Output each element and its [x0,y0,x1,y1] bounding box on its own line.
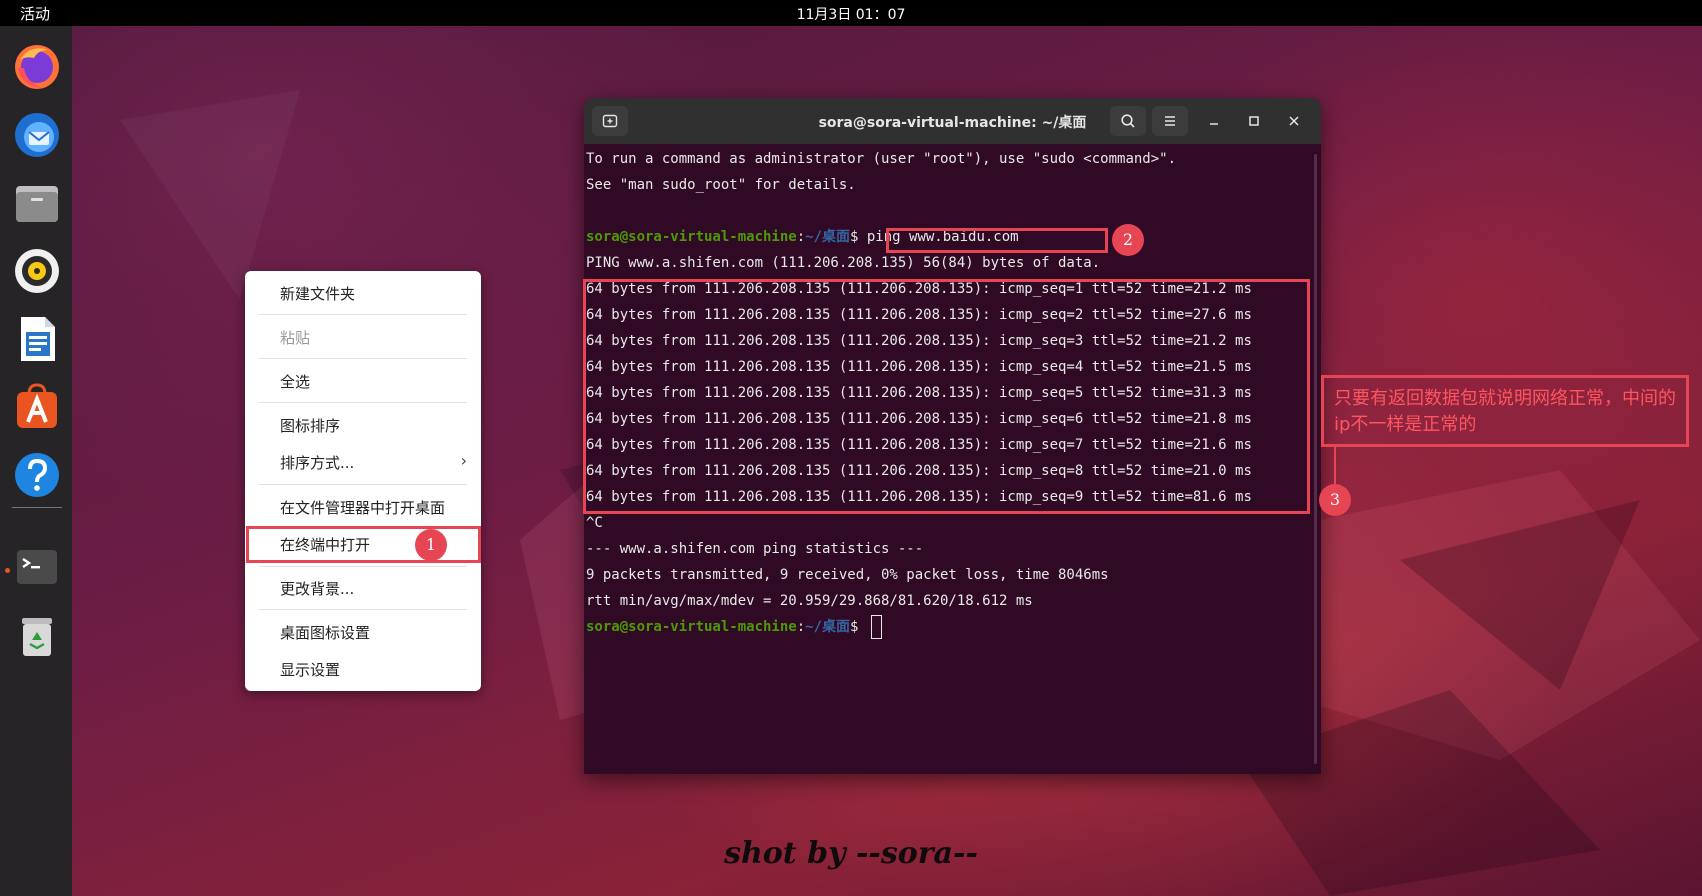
menu-item-sort-by[interactable]: 排序方式... › [245,442,481,480]
menu-item-label: 图标排序 [280,417,341,435]
dock-separator [12,507,62,508]
menu-item-label: 全选 [280,373,311,391]
terminal-scrollbar[interactable] [1314,154,1317,764]
maximize-button[interactable] [1242,109,1266,133]
prompt-user: sora@sora-virtual-machine [586,619,797,635]
menu-separator [259,484,467,485]
prompt-line: sora@sora-virtual-machine:~/桌面$ [586,614,882,640]
prompt-separator: : [796,229,806,245]
prompt-dollar: $ [850,229,867,245]
menu-item-select-all[interactable]: 全选 [245,361,481,399]
menu-separator [259,566,467,567]
minimize-icon [1210,123,1218,125]
dock-item-app-center[interactable] [12,382,62,432]
stats-line: 9 packets transmitted, 9 received, 0% pa… [586,567,1109,583]
chevron-right-icon: › [460,451,467,470]
dock-item-writer[interactable] [12,314,62,364]
dock-item-files[interactable] [12,178,62,228]
menu-item-label: 在文件管理器中打开桌面 [280,499,446,517]
prompt-separator: : [796,619,806,635]
menu-separator [259,314,467,315]
menu-item-desktop-icon-settings[interactable]: 桌面图标设置 [245,612,481,650]
output-line: See "man sudo_root" for details. [586,177,856,193]
output-line: To run a command as administrator (user … [586,151,1177,167]
annotation-badge-2: 2 [1112,224,1144,256]
prompt-dollar: $ [850,619,867,635]
hamburger-menu-icon [1165,116,1175,126]
annotation-badge-1: 1 [415,529,447,561]
thunderbird-icon [15,113,59,157]
close-icon [1289,116,1299,126]
menu-separator [259,358,467,359]
prompt-path: ~/桌面 [805,229,851,245]
menu-item-change-background[interactable]: 更改背景... [245,568,481,606]
watermark: shot by --sora-- [724,836,978,871]
ping-header: PING www.a.shifen.com (111.206.208.135) … [586,255,1101,271]
rhythmbox-icon [15,249,59,293]
top-bar: 活动 11月3日 01：07 [0,0,1702,26]
menu-item-label: 排序方式... [280,454,355,472]
app-center-icon [17,383,57,428]
menu-item-label: 粘贴 [280,329,311,347]
writer-document-icon [21,317,55,361]
close-button[interactable] [1282,109,1306,133]
minimize-button[interactable] [1202,109,1226,133]
menu-item-arrange-icons[interactable]: 图标排序 [245,405,481,443]
menu-item-paste: 粘贴 [245,317,481,355]
maximize-icon [1249,116,1259,126]
menu-item-label: 更改背景... [280,580,355,598]
firefox-icon [15,45,59,89]
dock-item-help[interactable] [12,450,62,500]
menu-item-label: 新建文件夹 [280,285,356,303]
trash-icon [22,618,52,656]
menu-separator [259,402,467,403]
annotation-note-box: 只要有返回数据包就说明网络正常，中间的ip不一样是正常的 [1321,375,1689,447]
terminal-header-bar: sora@sora-virtual-machine: ~/桌面 [584,98,1321,144]
menu-item-new-folder[interactable]: 新建文件夹 [245,273,481,311]
search-button[interactable] [1110,106,1146,136]
annotation-box-2 [886,228,1108,253]
prompt-path: ~/桌面 [805,619,851,635]
files-icon [16,186,58,222]
desktop-context-menu: 新建文件夹 粘贴 全选 图标排序 排序方式... › 在文件管理器中打开桌面 在… [245,271,481,691]
menu-item-open-in-files[interactable]: 在文件管理器中打开桌面 [245,487,481,525]
annotation-connector [1334,447,1336,488]
dock-item-firefox[interactable] [12,42,62,92]
running-indicator [5,568,10,573]
dock [0,26,72,896]
stats-line: rtt min/avg/max/mdev = 20.959/29.868/81.… [586,593,1033,609]
dock-item-terminal[interactable] [12,542,62,592]
dock-item-rhythmbox[interactable] [12,246,62,296]
dock-item-thunderbird[interactable] [12,110,62,160]
terminal-icon [17,550,57,584]
menu-item-label: 显示设置 [280,661,341,679]
menu-separator [259,609,467,610]
text-cursor [870,615,882,639]
search-icon [1121,114,1135,128]
annotation-note-text: 只要有返回数据包就说明网络正常，中间的ip不一样是正常的 [1334,388,1676,435]
annotation-box-3 [583,279,1310,514]
menu-item-label: 桌面图标设置 [280,624,371,642]
menu-item-display-settings[interactable]: 显示设置 [245,649,481,687]
prompt-user: sora@sora-virtual-machine [586,229,797,245]
clock[interactable]: 11月3日 01：07 [0,4,1702,24]
dock-item-trash[interactable] [12,610,62,660]
annotation-badge-3: 3 [1319,484,1351,516]
stats-line: --- www.a.shifen.com ping statistics --- [586,541,924,557]
menu-button[interactable] [1152,106,1188,136]
help-icon [15,453,59,497]
